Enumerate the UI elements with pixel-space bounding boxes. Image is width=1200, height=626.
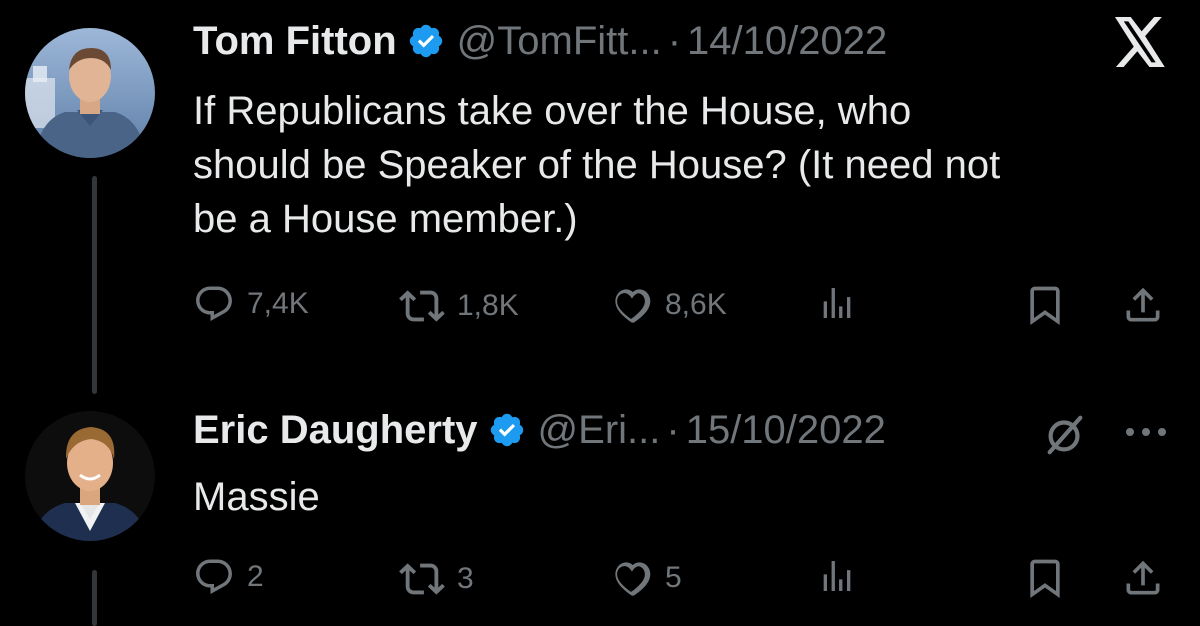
like-count: 8,6K [665, 288, 727, 321]
tweet-date[interactable]: 14/10/2022 [687, 17, 887, 65]
analytics-icon [823, 561, 851, 591]
tweet-actions: 7,4K 1,8K 8,6K [193, 283, 1173, 333]
x-logo-icon[interactable] [1112, 17, 1168, 72]
like-button[interactable]: 5 [609, 556, 682, 600]
reply-count: 7,4K [247, 287, 309, 320]
tweet-thread: Tom Fitton @TomFitt... · 14/10/2022 If R… [0, 0, 1200, 626]
share-icon [1126, 560, 1160, 595]
analytics-icon [823, 288, 851, 318]
tweet-date[interactable]: 15/10/2022 [686, 406, 886, 454]
bookmark-icon [1030, 559, 1060, 599]
reply-icon [196, 286, 232, 321]
avatar[interactable] [25, 411, 155, 541]
retweet-button[interactable]: 3 [399, 556, 474, 602]
views-button[interactable] [817, 556, 857, 596]
verified-badge-icon [407, 22, 445, 60]
author-name[interactable]: Eric Daugherty [193, 406, 478, 454]
bookmark-icon [1030, 286, 1060, 326]
tweet-text: If Republicans take over the House, who … [193, 89, 1001, 241]
retweet-count: 1,8K [457, 289, 519, 322]
share-button[interactable] [1121, 283, 1165, 327]
grok-icon[interactable] [1042, 412, 1088, 463]
bookmark-button[interactable] [1023, 283, 1067, 327]
share-button[interactable] [1121, 556, 1165, 600]
retweet-icon [399, 290, 445, 322]
like-count: 5 [665, 561, 682, 594]
retweet-button[interactable]: 1,8K [399, 283, 519, 329]
tweet-header: Eric Daugherty @Eri... · 15/10/2022 [193, 406, 886, 454]
tweet-text: Massie [193, 475, 320, 519]
author-handle[interactable]: @Eri... [538, 406, 661, 454]
tweet-header: Tom Fitton @TomFitt... · 14/10/2022 [193, 17, 887, 65]
separator-dot: · [666, 408, 680, 452]
author-handle[interactable]: @TomFitt... [457, 17, 662, 65]
views-button[interactable] [817, 283, 857, 323]
tweet-actions: 2 3 5 [193, 556, 1173, 606]
tweet-tom-fitton[interactable]: Tom Fitton @TomFitt... · 14/10/2022 If R… [0, 0, 1200, 380]
retweet-count: 3 [457, 562, 474, 595]
like-button[interactable]: 8,6K [609, 283, 727, 327]
separator-dot: · [667, 19, 682, 63]
avatar-photo-icon [25, 411, 155, 541]
reply-button[interactable]: 7,4K [193, 283, 309, 325]
heart-icon [615, 289, 651, 323]
author-name[interactable]: Tom Fitton [193, 17, 397, 65]
reply-icon [196, 559, 232, 594]
heart-icon [615, 562, 651, 596]
share-icon [1126, 287, 1160, 322]
avatar[interactable] [25, 28, 155, 158]
tweet-eric-daugherty[interactable]: Eric Daugherty @Eri... · 15/10/2022 Mass… [0, 395, 1200, 626]
more-options-icon[interactable] [1124, 425, 1168, 443]
reply-button[interactable]: 2 [193, 556, 264, 598]
avatar-photo-icon [25, 28, 155, 158]
reply-count: 2 [247, 560, 264, 593]
verified-badge-icon [488, 411, 526, 449]
bookmark-button[interactable] [1023, 556, 1067, 600]
retweet-icon [399, 563, 445, 595]
